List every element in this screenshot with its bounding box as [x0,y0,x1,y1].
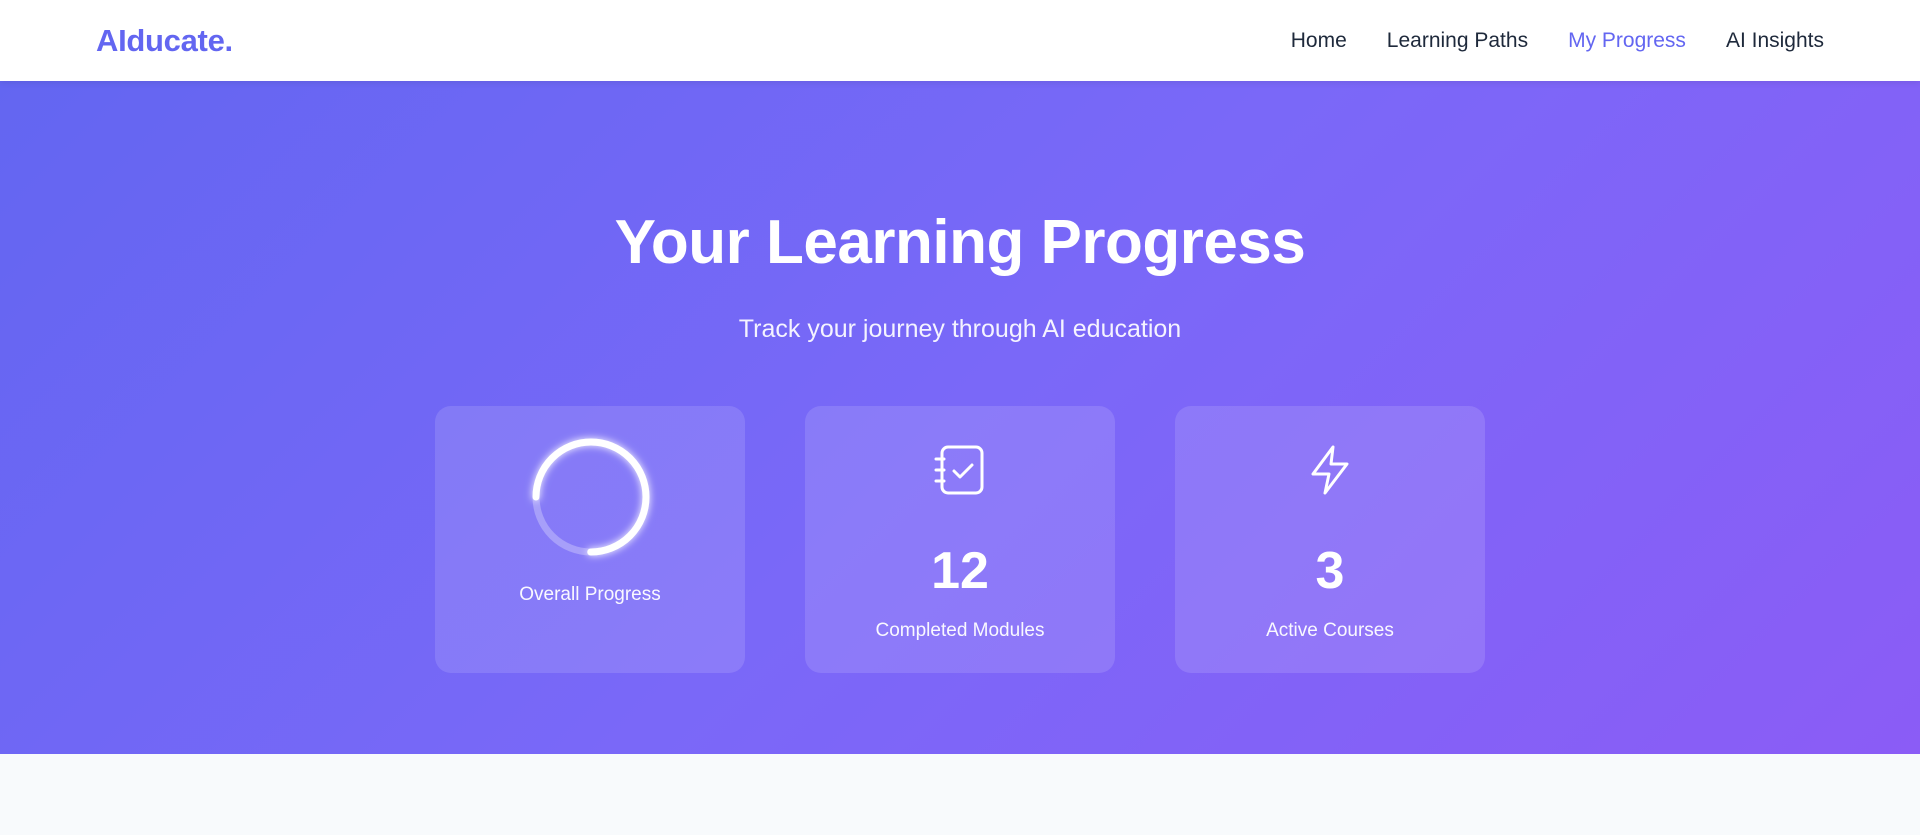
brand-logo[interactable]: AIducate. [96,23,233,59]
page-subtitle: Track your journey through AI education [738,315,1182,343]
top-navbar: AIducate. Home Learning Paths My Progres… [0,0,1920,81]
page-title: Your Learning Progress [614,208,1306,277]
nav-home[interactable]: Home [1291,29,1347,53]
lightning-icon [1304,444,1356,496]
overall-progress-card: Overall Progress [435,406,745,673]
active-courses-card: 3 Active Courses [1175,406,1485,673]
completed-modules-label: Completed Modules [875,620,1045,641]
hero-section: Your Learning Progress Track your journe… [0,81,1920,754]
nav-ai-insights[interactable]: AI Insights [1726,29,1824,53]
active-courses-count: 3 [1315,542,1345,600]
overall-progress-label: Overall Progress [519,584,661,605]
content-area [0,754,1920,835]
completed-modules-count: 12 [931,542,989,600]
checklist-icon [934,444,986,496]
active-courses-label: Active Courses [1266,620,1394,641]
stats-cards: Overall Progress 12 Completed Modules 3 … [435,406,1485,673]
main-nav: Home Learning Paths My Progress AI Insig… [1291,29,1824,53]
nav-my-progress[interactable]: My Progress [1568,29,1686,53]
nav-learning-paths[interactable]: Learning Paths [1387,29,1528,53]
completed-modules-card: 12 Completed Modules [805,406,1115,673]
progress-ring [530,436,652,558]
